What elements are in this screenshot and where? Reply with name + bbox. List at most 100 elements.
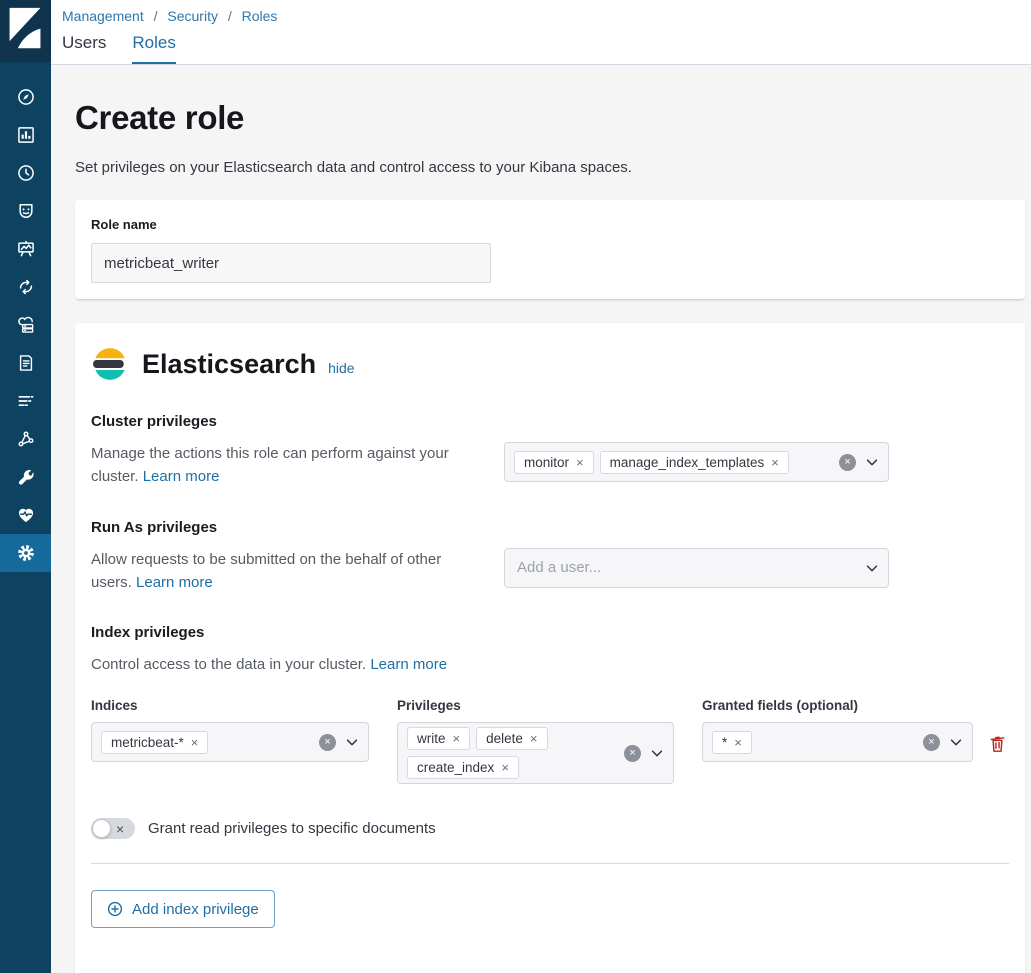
sidebar-item-dev-tools[interactable] bbox=[0, 458, 51, 496]
selected-option-pill[interactable]: metricbeat-* × bbox=[101, 731, 208, 754]
chevron-down-icon[interactable] bbox=[865, 561, 879, 575]
pill-label: monitor bbox=[524, 455, 569, 470]
selected-granted-fields: *× bbox=[712, 731, 914, 754]
sidebar-item-management[interactable] bbox=[0, 534, 51, 572]
selected-option-pill[interactable]: delete × bbox=[476, 727, 547, 750]
add-button-label: Add index privilege bbox=[132, 901, 259, 918]
elasticsearch-header: Elasticsearch hide bbox=[91, 345, 1009, 383]
uptime-list-icon bbox=[16, 391, 36, 411]
sidebar-item-discover[interactable] bbox=[0, 78, 51, 116]
dev-tools-wrench-icon bbox=[16, 467, 36, 487]
hide-section-link[interactable]: hide bbox=[328, 360, 354, 376]
remove-pill-icon[interactable]: × bbox=[771, 455, 779, 470]
breadcrumb-management[interactable]: Management bbox=[62, 8, 144, 24]
page-title: Create role bbox=[75, 99, 1025, 137]
page-content: Create role Set privileges on your Elast… bbox=[51, 65, 1031, 973]
description-text: Control access to the data in your clust… bbox=[91, 656, 366, 673]
elasticsearch-logo-icon bbox=[91, 345, 129, 383]
remove-pill-icon[interactable]: × bbox=[453, 731, 461, 746]
selected-cluster-privileges: monitor×manage_index_templates× bbox=[514, 451, 830, 474]
chevron-down-icon[interactable] bbox=[650, 746, 664, 760]
grant-docs-toggle[interactable]: × bbox=[91, 818, 135, 839]
index-privileges-heading: Index privileges bbox=[91, 624, 1009, 641]
pill-label: write bbox=[417, 731, 446, 746]
run-as-placeholder: Add a user... bbox=[514, 559, 856, 576]
selected-option-pill[interactable]: monitor × bbox=[514, 451, 594, 474]
pill-label: delete bbox=[486, 731, 523, 746]
index-learn-more-link[interactable]: Learn more bbox=[370, 656, 447, 673]
selected-option-pill[interactable]: *× bbox=[712, 731, 752, 754]
delete-index-privilege-button[interactable] bbox=[986, 732, 1009, 755]
kibana-logo[interactable] bbox=[0, 0, 51, 62]
visualize-bar-chart-icon bbox=[16, 125, 36, 145]
tab-roles[interactable]: Roles bbox=[132, 33, 175, 64]
cluster-privileges-description: Manage the actions this role can perform… bbox=[91, 442, 476, 489]
clear-all-icon[interactable]: × bbox=[624, 745, 641, 762]
clear-all-icon[interactable]: × bbox=[319, 734, 336, 751]
privileges-combobox[interactable]: write × delete × create_index × × bbox=[397, 722, 674, 784]
discover-compass-icon bbox=[16, 87, 36, 107]
breadcrumb-security[interactable]: Security bbox=[167, 8, 218, 24]
chevron-down-icon[interactable] bbox=[865, 455, 879, 469]
sidebar-item-logs[interactable] bbox=[0, 344, 51, 382]
role-name-input[interactable] bbox=[91, 243, 491, 283]
pill-label: * bbox=[722, 735, 727, 750]
kibana-logo-icon bbox=[6, 6, 44, 50]
sidebar-item-uptime[interactable] bbox=[0, 382, 51, 420]
elasticsearch-section-title: Elasticsearch bbox=[142, 349, 316, 380]
sidebar-item-visualize[interactable] bbox=[0, 116, 51, 154]
cluster-privileges-combobox[interactable]: monitor×manage_index_templates× × bbox=[504, 442, 889, 482]
remove-pill-icon[interactable]: × bbox=[191, 735, 199, 750]
grant-docs-toggle-row: × Grant read privileges to specific docu… bbox=[91, 818, 1009, 839]
remove-pill-icon[interactable]: × bbox=[734, 735, 742, 750]
sidebar-item-graph[interactable] bbox=[0, 420, 51, 458]
add-index-privilege-button[interactable]: Add index privilege bbox=[91, 890, 275, 928]
grant-docs-toggle-label: Grant read privileges to specific docume… bbox=[148, 820, 436, 837]
sidebar-item-infrastructure[interactable] bbox=[0, 306, 51, 344]
indices-label: Indices bbox=[91, 698, 369, 713]
pill-label: metricbeat-* bbox=[111, 735, 184, 750]
remove-pill-icon[interactable]: × bbox=[530, 731, 538, 746]
selected-privileges: write × delete × create_index × bbox=[407, 727, 615, 779]
run-as-learn-more-link[interactable]: Learn more bbox=[136, 574, 213, 591]
breadcrumb: Management / Security / Roles bbox=[62, 8, 1031, 24]
combo-controls: × bbox=[839, 454, 879, 471]
selected-indices: metricbeat-* × bbox=[101, 731, 310, 754]
sidebar-item-apm[interactable] bbox=[0, 268, 51, 306]
tab-users[interactable]: Users bbox=[62, 33, 106, 64]
index-privileges-description: Control access to the data in your clust… bbox=[91, 653, 981, 676]
toggle-knob bbox=[92, 819, 111, 838]
monitoring-heartbeat-icon bbox=[16, 505, 36, 525]
sidebar-item-dashboard[interactable] bbox=[0, 154, 51, 192]
chevron-down-icon[interactable] bbox=[345, 735, 359, 749]
selected-option-pill[interactable]: create_index × bbox=[407, 756, 519, 779]
pill-label: create_index bbox=[417, 760, 494, 775]
trash-icon bbox=[988, 734, 1007, 753]
clear-all-icon[interactable]: × bbox=[923, 734, 940, 751]
role-name-label: Role name bbox=[91, 217, 157, 232]
run-as-description: Allow requests to be submitted on the be… bbox=[91, 548, 476, 595]
chevron-down-icon[interactable] bbox=[949, 735, 963, 749]
sidebar-item-monitoring[interactable] bbox=[0, 496, 51, 534]
index-privilege-row: Indices metricbeat-*× × Pr bbox=[91, 698, 1009, 784]
cluster-learn-more-link[interactable]: Learn more bbox=[143, 468, 220, 485]
run-as-heading: Run As privileges bbox=[91, 519, 1009, 536]
clear-all-icon[interactable]: × bbox=[839, 454, 856, 471]
sidebar-item-canvas[interactable] bbox=[0, 192, 51, 230]
elasticsearch-card: Elasticsearch hide Cluster privileges Ma… bbox=[75, 323, 1025, 973]
breadcrumb-roles[interactable]: Roles bbox=[242, 8, 278, 24]
granted-fields-combobox[interactable]: *× × bbox=[702, 722, 973, 762]
privileges-label: Privileges bbox=[397, 698, 674, 713]
selected-option-pill[interactable]: write × bbox=[407, 727, 470, 750]
role-name-card: Role name bbox=[75, 200, 1025, 299]
canvas-mask-icon bbox=[16, 201, 36, 221]
index-privileges-section: Index privileges Control access to the d… bbox=[91, 624, 1009, 928]
remove-pill-icon[interactable]: × bbox=[576, 455, 584, 470]
remove-pill-icon[interactable]: × bbox=[501, 760, 509, 775]
indices-combobox[interactable]: metricbeat-* × × bbox=[91, 722, 369, 762]
run-as-combobox[interactable]: Add a user... bbox=[504, 548, 889, 588]
sidebar-item-metrics[interactable] bbox=[0, 230, 51, 268]
selected-option-pill[interactable]: manage_index_templates× bbox=[600, 451, 789, 474]
apm-sync-icon bbox=[16, 277, 36, 297]
granted-fields-label: Granted fields (optional) bbox=[702, 698, 973, 713]
